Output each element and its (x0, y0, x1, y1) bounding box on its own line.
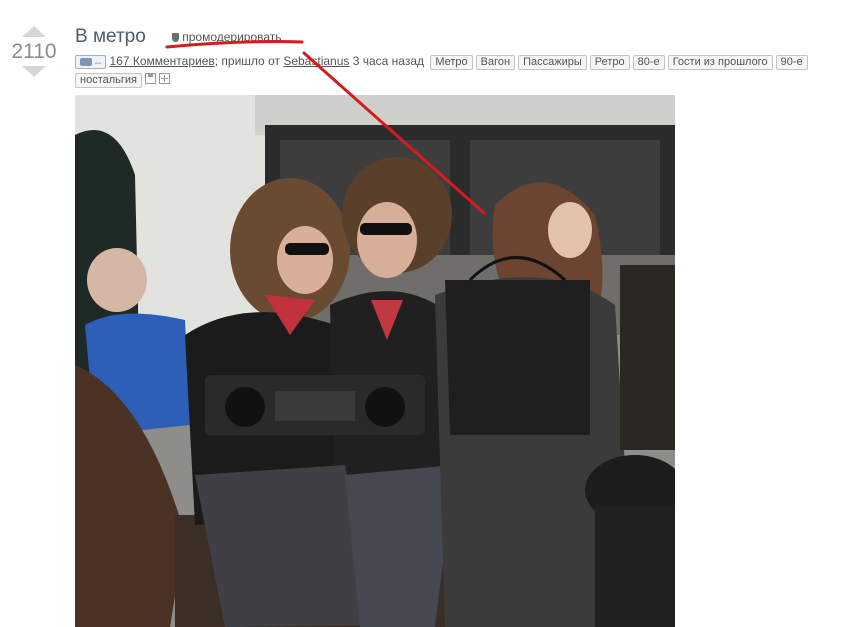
tag[interactable]: ностальгия (75, 73, 142, 88)
moderate-button[interactable]: промодерировать (172, 30, 282, 44)
post-rating: 2110 (11, 40, 57, 63)
post-header: В метро промодерировать (75, 26, 282, 48)
tag[interactable]: Пассажиры (518, 55, 587, 70)
author-link[interactable]: Sebastianus (283, 54, 349, 68)
post-image-illustration (75, 95, 675, 627)
shield-icon (172, 33, 180, 42)
media-badge-text: – (95, 57, 102, 69)
comments-link[interactable]: 167 Комментариев (109, 54, 214, 68)
tag[interactable]: 80-е (632, 55, 665, 70)
arrow-down-icon[interactable] (22, 66, 46, 77)
post-image[interactable] (75, 95, 675, 627)
posted-by-prefix: ; пришло от (214, 54, 280, 68)
tag[interactable]: Метро (430, 55, 473, 70)
camera-icon (80, 58, 92, 66)
arrow-up-icon[interactable] (22, 26, 46, 37)
moderate-label: промодерировать (182, 30, 282, 44)
vote-block: 2110 (8, 26, 60, 77)
post-title[interactable]: В метро (75, 26, 146, 47)
post-meta: – 167 Комментариев; пришло от Sebastianu… (75, 52, 845, 88)
tag[interactable]: 90-е (775, 55, 808, 70)
media-badge[interactable]: – (75, 55, 107, 69)
tag[interactable]: Ретро (589, 55, 630, 70)
post-time: 3 часа назад (352, 54, 425, 68)
plus-icon[interactable] (159, 73, 170, 84)
tag[interactable]: Гости из прошлого (667, 55, 773, 70)
tag[interactable]: Вагон (475, 55, 516, 70)
save-icon[interactable] (145, 73, 156, 84)
